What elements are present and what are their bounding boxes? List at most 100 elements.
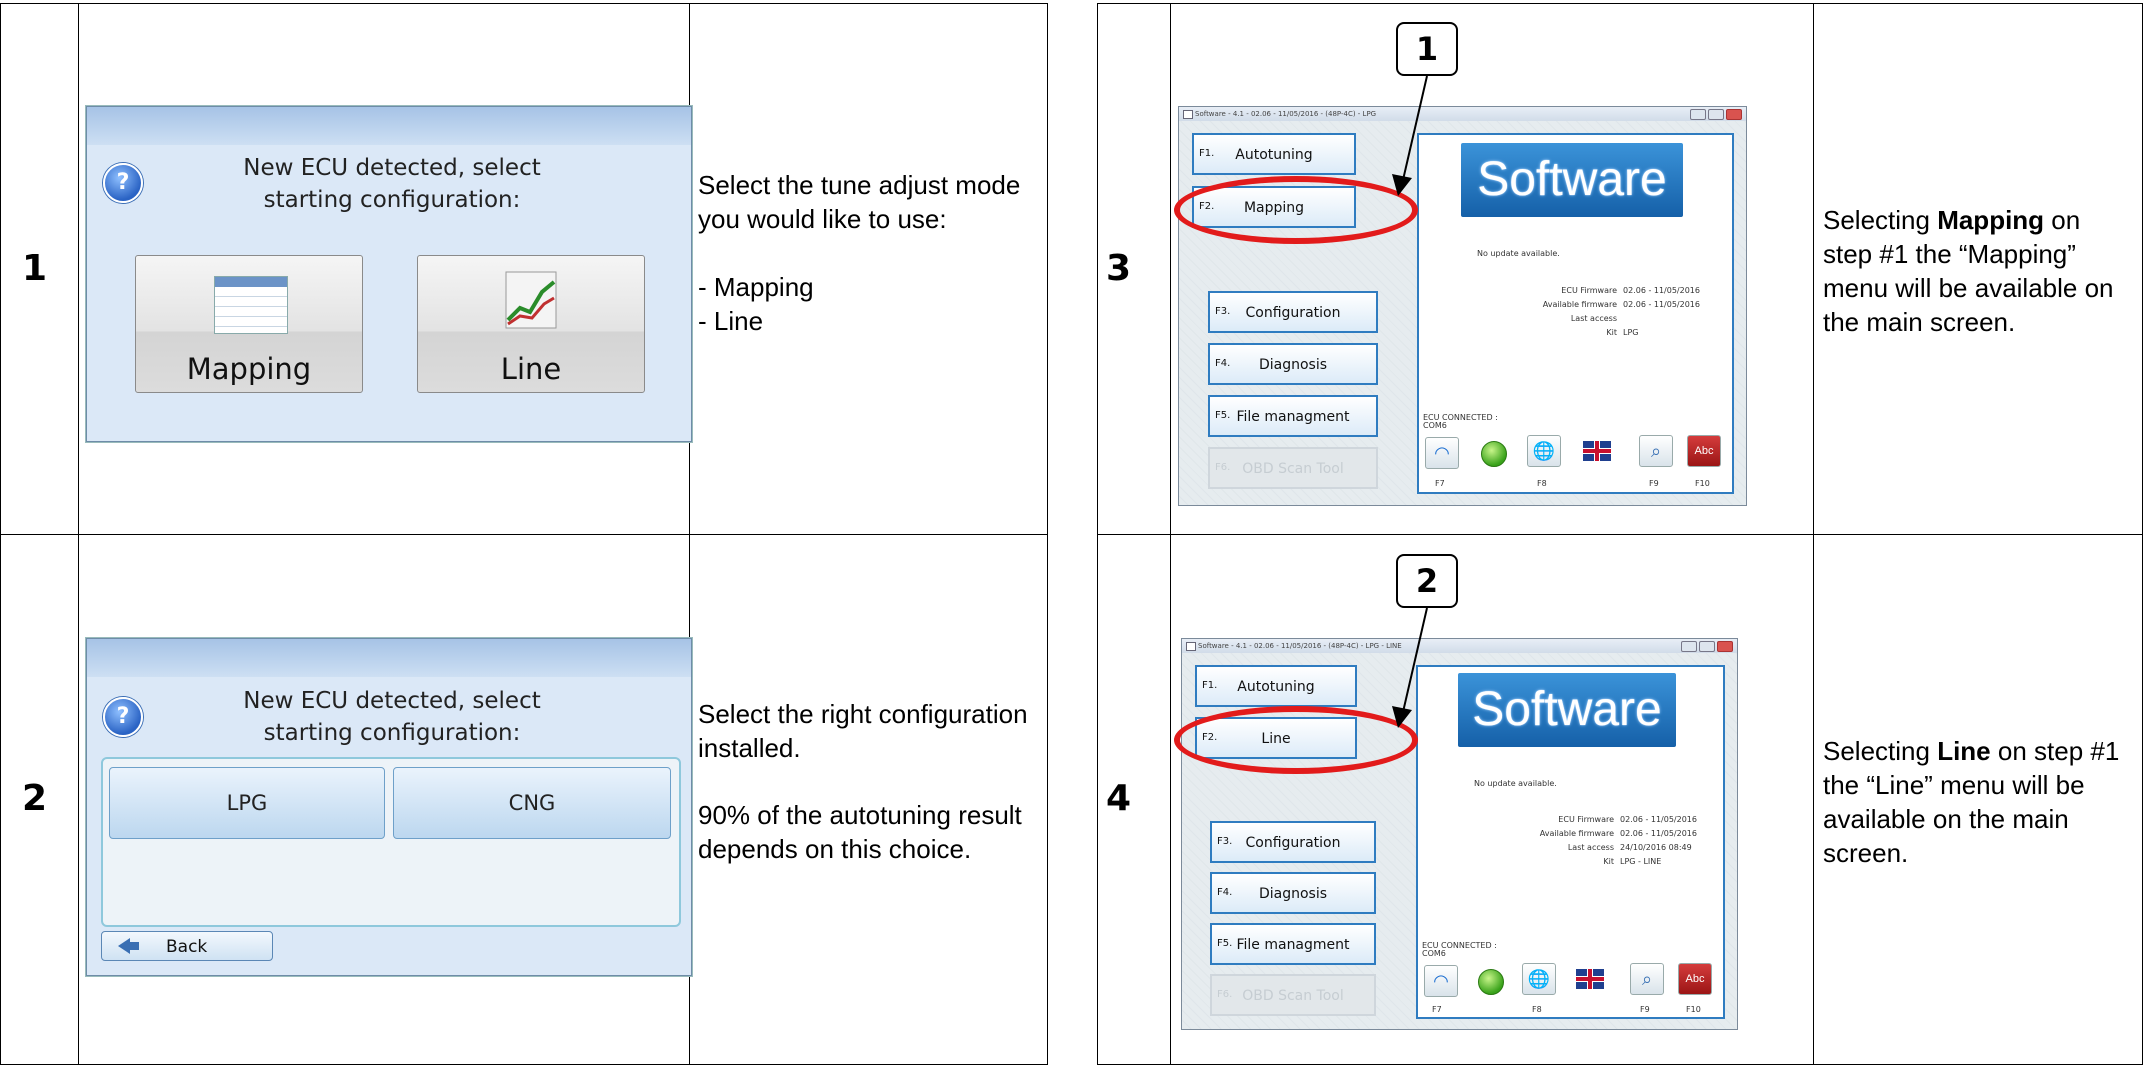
obd-scan-tool-button[interactable]: F6. OBD Scan Tool — [1208, 447, 1378, 489]
diagnosis-button[interactable]: F4. Diagnosis — [1208, 343, 1378, 385]
info-value: 02.06 - 11/05/2016 — [1620, 815, 1697, 824]
mapping-button-label: Mapping — [186, 352, 312, 386]
globe-icon[interactable]: 🌐 — [1527, 435, 1561, 467]
search-icon[interactable]: ⌕ — [1630, 963, 1664, 995]
info-value: 24/10/2016 08:49 — [1620, 843, 1692, 852]
software-logo: Software — [1458, 673, 1676, 747]
maximize-icon[interactable] — [1708, 109, 1724, 120]
info-value: 02.06 - 11/05/2016 — [1623, 300, 1700, 309]
close-icon[interactable] — [1726, 109, 1742, 120]
info-label: ECU Firmware — [1558, 815, 1614, 824]
ecu-config-dialog: ? New ECU detected, select starting conf… — [86, 638, 692, 976]
update-status: No update available. — [1477, 249, 1560, 258]
wifi-icon[interactable]: ◠ — [1425, 437, 1459, 469]
line-button[interactable]: Line — [417, 255, 645, 393]
dialog-title-bar — [87, 107, 691, 145]
callout-label: 1 — [1396, 22, 1458, 76]
callout-arrow — [1392, 607, 1428, 728]
dictionary-icon[interactable]: Abc — [1687, 435, 1721, 467]
info-value: LPG - LINE — [1620, 857, 1662, 866]
software-main-screen: Software - 4.1 - 02.06 - 11/05/2016 - (4… — [1181, 638, 1738, 1030]
status-panel: Software No update available. ECU Firmwa… — [1417, 133, 1734, 494]
info-value: LPG — [1623, 328, 1639, 337]
info-value: 02.06 - 11/05/2016 — [1623, 286, 1700, 295]
fkey-label: F7 — [1432, 1005, 1442, 1014]
button-label: OBD Scan Tool — [1242, 461, 1344, 477]
step-description: Selecting Line on step #1 the “Line” men… — [1823, 734, 2133, 870]
minimize-icon[interactable] — [1681, 641, 1697, 652]
uk-flag-icon[interactable] — [1576, 969, 1604, 989]
button-label: File managment — [1236, 937, 1350, 953]
desc-text: Selecting — [1823, 205, 1938, 235]
window-title: Software - 4.1 - 02.06 - 11/05/2016 - (4… — [1195, 110, 1377, 118]
info-label: Kit — [1606, 328, 1617, 337]
button-label: Diagnosis — [1258, 886, 1328, 902]
right-row-divider — [1097, 534, 2143, 535]
window-title: Software - 4.1 - 02.06 - 11/05/2016 - (4… — [1198, 642, 1402, 650]
button-label: Configuration — [1245, 835, 1341, 851]
mapping-button[interactable]: Mapping — [135, 255, 363, 393]
wifi-icon[interactable]: ◠ — [1424, 965, 1458, 997]
configuration-button[interactable]: F3. Configuration — [1210, 821, 1376, 863]
port-label: COM6 — [1423, 421, 1447, 430]
callout-label: 2 — [1396, 554, 1458, 608]
software-logo: Software — [1461, 143, 1683, 217]
status-led-icon — [1481, 441, 1507, 467]
back-button[interactable]: Back — [101, 931, 273, 961]
info-label: Available firmware — [1542, 300, 1617, 309]
cng-button[interactable]: CNG — [393, 767, 671, 839]
configuration-button[interactable]: F3. Configuration — [1208, 291, 1378, 333]
button-label: Autotuning — [1237, 679, 1315, 695]
update-status: No update available. — [1474, 779, 1557, 788]
diagnosis-button[interactable]: F4. Diagnosis — [1210, 872, 1376, 914]
step-description: Selecting Mapping on step #1 the “Mappin… — [1823, 203, 2133, 339]
arrow-left-icon-tail — [129, 942, 139, 950]
info-label: Available firmware — [1539, 829, 1614, 838]
obd-scan-tool-button[interactable]: F6. OBD Scan Tool — [1210, 974, 1376, 1016]
back-button-label: Back — [166, 937, 208, 957]
callout-arrow — [1392, 75, 1428, 196]
dialog-title: New ECU detected, select starting config… — [243, 155, 541, 213]
question-icon: ? — [103, 697, 143, 737]
desc-text: Selecting — [1823, 736, 1938, 766]
desc-bold: Line — [1937, 736, 1991, 766]
autotuning-button[interactable]: F1. Autotuning — [1195, 665, 1357, 707]
autotuning-button[interactable]: F1. Autotuning — [1192, 133, 1356, 175]
line-chart-icon — [500, 268, 562, 334]
fkey-label: F9 — [1649, 479, 1659, 488]
dialog-title-bar — [87, 639, 691, 677]
window-controls[interactable] — [1688, 109, 1742, 120]
fkey-label: F9 — [1640, 1005, 1650, 1014]
maximize-icon[interactable] — [1699, 641, 1715, 652]
fkey-label: F8 — [1532, 1005, 1542, 1014]
close-icon[interactable] — [1717, 641, 1733, 652]
window-title-bar: Software - 4.1 - 02.06 - 11/05/2016 - (4… — [1179, 107, 1746, 121]
minimize-icon[interactable] — [1690, 109, 1706, 120]
globe-icon[interactable]: 🌐 — [1522, 963, 1556, 995]
fkey-label: F10 — [1686, 1005, 1701, 1014]
info-label: ECU Firmware — [1561, 286, 1617, 295]
step-number: 4 — [1106, 778, 1132, 819]
dictionary-icon[interactable]: Abc — [1678, 963, 1712, 995]
table-icon — [214, 276, 288, 334]
step-number: 3 — [1106, 248, 1132, 289]
file-management-button[interactable]: F5. File managment — [1208, 395, 1378, 437]
button-label: OBD Scan Tool — [1242, 988, 1344, 1004]
line-button-label: Line — [500, 352, 562, 386]
window-controls[interactable] — [1679, 641, 1733, 652]
lpg-button[interactable]: LPG — [109, 767, 385, 839]
step-description-line-2: 90% of the autotuning result depends on … — [698, 800, 1022, 864]
info-label: Last access — [1567, 843, 1614, 852]
step-description-line-1: Select the right configuration installed… — [698, 699, 1028, 763]
app-icon — [1183, 110, 1193, 119]
window-title-bar: Software - 4.1 - 02.06 - 11/05/2016 - (4… — [1182, 639, 1737, 653]
button-label: File managment — [1236, 409, 1350, 425]
step-number: 1 — [22, 248, 48, 289]
file-management-button[interactable]: F5. File managment — [1210, 923, 1376, 965]
uk-flag-icon[interactable] — [1583, 441, 1611, 461]
button-label: Autotuning — [1235, 147, 1313, 163]
search-icon[interactable]: ⌕ — [1639, 435, 1673, 467]
step-description: Select the tune adjust mode you would li… — [698, 170, 1021, 336]
info-label: Kit — [1603, 857, 1614, 866]
fkey-label: F8 — [1537, 479, 1547, 488]
